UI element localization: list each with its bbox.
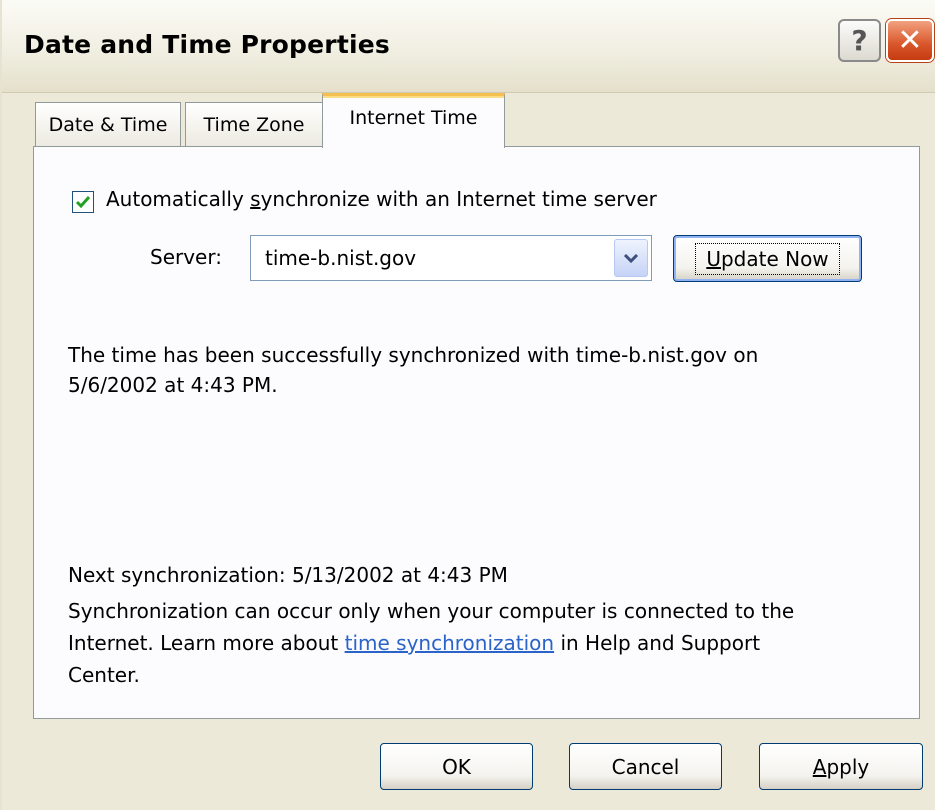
apply-label: Apply	[812, 754, 870, 779]
server-combobox[interactable]: time-b.nist.gov	[250, 235, 652, 281]
tab-internet-time[interactable]: Internet Time	[322, 93, 505, 148]
help-button[interactable]: ?	[838, 19, 881, 62]
window-title: Date and Time Properties	[24, 30, 390, 59]
info-text-line2: Internet. Learn more about time synchron…	[68, 631, 761, 655]
update-now-button[interactable]: Update Now	[673, 235, 862, 282]
apply-button[interactable]: Apply	[759, 743, 923, 790]
internet-time-panel: Automatically synchronize with an Intern…	[33, 146, 920, 719]
tab-date-time[interactable]: Date & Time	[35, 102, 181, 146]
dropdown-button[interactable]	[614, 239, 648, 277]
chevron-down-icon	[623, 253, 639, 264]
server-label: Server:	[150, 245, 222, 269]
tab-label: Date & Time	[48, 113, 168, 136]
tab-label: Internet Time	[349, 107, 478, 129]
title-bar[interactable]: Date and Time Properties ? ✕	[2, 0, 935, 93]
ok-button[interactable]: OK	[380, 743, 533, 790]
tab-time-zone[interactable]: Time Zone	[185, 102, 323, 146]
checkmark-icon	[75, 196, 91, 209]
sync-status-line1: The time has been successfully synchroni…	[68, 343, 759, 367]
next-sync-text: Next synchronization: 5/13/2002 at 4:43 …	[68, 563, 508, 587]
info-text-line1: Synchronization can occur only when your…	[68, 599, 795, 623]
dialog-window: Date and Time Properties ? ✕ Date & Time…	[0, 0, 935, 810]
sync-status-line2: 5/6/2002 at 4:43 PM.	[68, 373, 278, 397]
time-sync-help-link[interactable]: time synchronization	[345, 631, 554, 655]
ok-label: OK	[442, 754, 471, 779]
close-button[interactable]: ✕	[886, 19, 934, 62]
help-icon: ?	[851, 24, 868, 57]
cancel-button[interactable]: Cancel	[569, 743, 722, 790]
server-value: time-b.nist.gov	[265, 246, 417, 270]
cancel-label: Cancel	[611, 754, 680, 779]
auto-sync-checkbox[interactable]	[72, 191, 94, 213]
tab-label: Time Zone	[203, 113, 305, 136]
close-icon: ✕	[897, 23, 923, 58]
info-text-line3: Center.	[68, 663, 140, 687]
auto-sync-label[interactable]: Automatically synchronize with an Intern…	[106, 187, 657, 211]
